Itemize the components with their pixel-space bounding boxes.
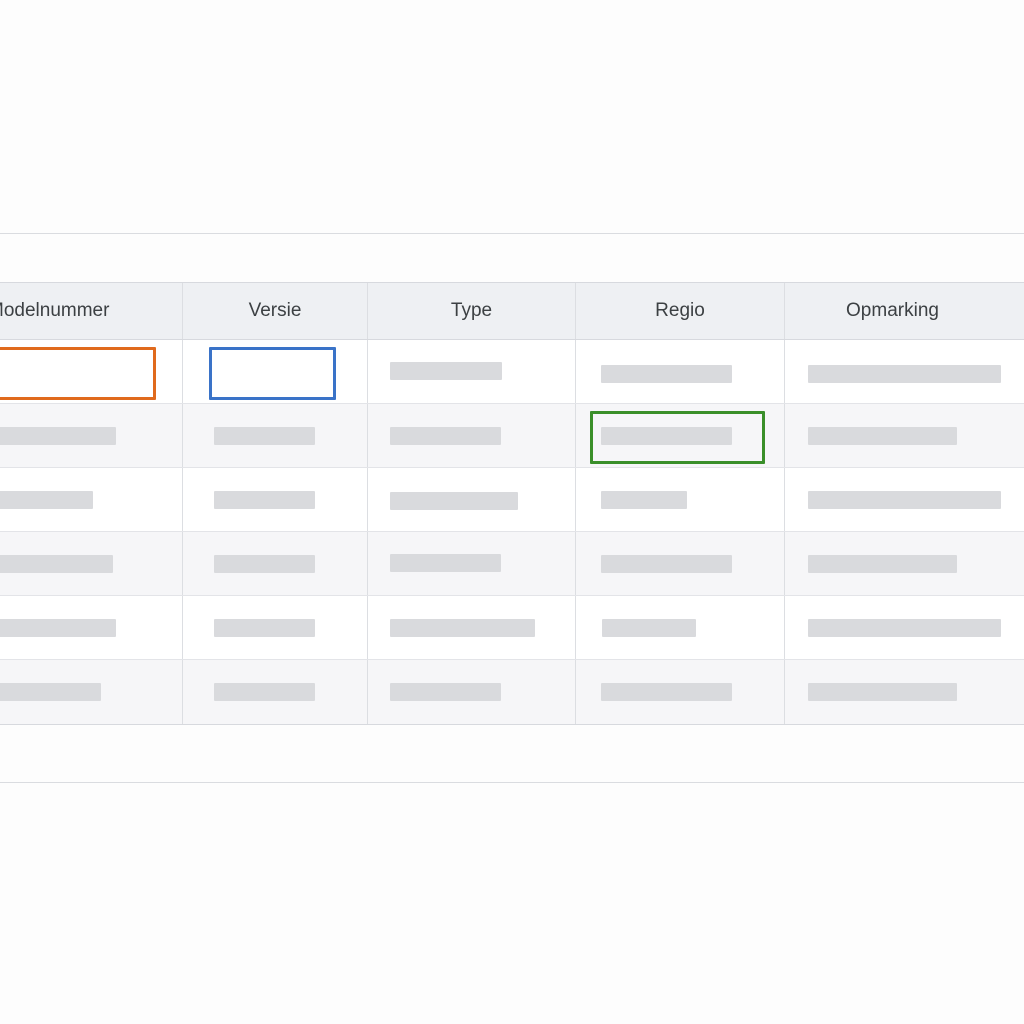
placeholder-text-bar — [0, 491, 93, 509]
placeholder-text-bar — [214, 555, 315, 573]
table-row[interactable] — [0, 532, 1024, 596]
table-cell-regio[interactable] — [576, 596, 785, 659]
table-cell-opmarking[interactable] — [785, 340, 1024, 403]
column-header-label: Versie — [248, 300, 302, 321]
placeholder-text-bar — [601, 365, 732, 383]
placeholder-text-bar — [214, 427, 315, 445]
placeholder-text-bar — [214, 491, 315, 509]
selected-input-box-orange[interactable] — [0, 347, 156, 400]
column-header-label: Regio — [655, 300, 705, 321]
placeholder-text-bar — [601, 491, 687, 509]
placeholder-text-bar — [390, 554, 501, 572]
table-cell-modelnummer[interactable] — [0, 404, 183, 467]
table-cell-regio[interactable] — [576, 340, 785, 403]
data-table: Modelnummer Versie Type Regio Opmarking — [0, 282, 1024, 725]
table-cell-versie[interactable] — [183, 404, 368, 467]
table-header-row: Modelnummer Versie Type Regio Opmarking — [0, 283, 1024, 340]
column-header-modelnummer[interactable]: Modelnummer — [0, 283, 183, 339]
placeholder-text-bar — [0, 619, 116, 637]
table-cell-type[interactable] — [368, 532, 576, 595]
table-cell-modelnummer[interactable] — [0, 468, 183, 531]
table-row[interactable] — [0, 340, 1024, 404]
table-cell-regio[interactable] — [576, 404, 785, 467]
table-cell-modelnummer[interactable] — [0, 596, 183, 659]
table-cell-modelnummer[interactable] — [0, 532, 183, 595]
table-cell-regio[interactable] — [576, 660, 785, 724]
selected-cell-box-green[interactable] — [590, 411, 765, 464]
table-row[interactable] — [0, 404, 1024, 468]
table-cell-opmarking[interactable] — [785, 532, 1024, 595]
placeholder-text-bar — [0, 555, 113, 573]
table-cell-modelnummer[interactable] — [0, 660, 183, 724]
table-cell-versie[interactable] — [183, 596, 368, 659]
table-row[interactable] — [0, 596, 1024, 660]
table-cell-opmarking[interactable] — [785, 596, 1024, 659]
table-cell-versie[interactable] — [183, 340, 368, 403]
panel-top-divider — [0, 233, 1024, 234]
column-header-type[interactable]: Type — [368, 283, 576, 339]
table-cell-versie[interactable] — [183, 660, 368, 724]
table-cell-type[interactable] — [368, 404, 576, 467]
placeholder-text-bar — [808, 365, 1001, 383]
column-header-label: Opmarking — [846, 300, 939, 321]
table-cell-modelnummer[interactable] — [0, 340, 183, 403]
table-cell-type[interactable] — [368, 596, 576, 659]
column-header-label: Type — [450, 300, 493, 321]
table-cell-regio[interactable] — [576, 468, 785, 531]
placeholder-text-bar — [808, 427, 957, 445]
placeholder-text-bar — [602, 619, 696, 637]
table-cell-type[interactable] — [368, 340, 576, 403]
table-cell-opmarking[interactable] — [785, 468, 1024, 531]
table-row[interactable] — [0, 468, 1024, 532]
placeholder-text-bar — [0, 683, 101, 701]
placeholder-text-bar — [390, 619, 535, 637]
table-cell-versie[interactable] — [183, 468, 368, 531]
table-cell-regio[interactable] — [576, 532, 785, 595]
panel-bottom-divider — [0, 782, 1024, 783]
table-cell-type[interactable] — [368, 660, 576, 724]
placeholder-text-bar — [390, 683, 501, 701]
column-header-versie[interactable]: Versie — [183, 283, 368, 339]
placeholder-text-bar — [0, 427, 116, 445]
placeholder-text-bar — [808, 619, 1001, 637]
placeholder-text-bar — [601, 683, 732, 701]
placeholder-text-bar — [390, 362, 502, 380]
placeholder-text-bar — [214, 619, 315, 637]
table-cell-opmarking[interactable] — [785, 660, 1024, 724]
column-header-label: Modelnummer — [0, 300, 110, 321]
placeholder-text-bar — [808, 683, 957, 701]
placeholder-text-bar — [214, 683, 315, 701]
placeholder-text-bar — [601, 555, 732, 573]
table-cell-type[interactable] — [368, 468, 576, 531]
placeholder-text-bar — [390, 427, 501, 445]
screenshot-page: Modelnummer Versie Type Regio Opmarking — [0, 0, 1024, 1024]
column-header-opmarking[interactable]: Opmarking — [785, 283, 1024, 339]
placeholder-text-bar — [808, 491, 1001, 509]
column-header-regio[interactable]: Regio — [576, 283, 785, 339]
table-cell-versie[interactable] — [183, 532, 368, 595]
table-cell-opmarking[interactable] — [785, 404, 1024, 467]
table-row[interactable] — [0, 660, 1024, 724]
selected-input-box-blue[interactable] — [209, 347, 336, 400]
placeholder-text-bar — [808, 555, 957, 573]
placeholder-text-bar — [390, 492, 518, 510]
